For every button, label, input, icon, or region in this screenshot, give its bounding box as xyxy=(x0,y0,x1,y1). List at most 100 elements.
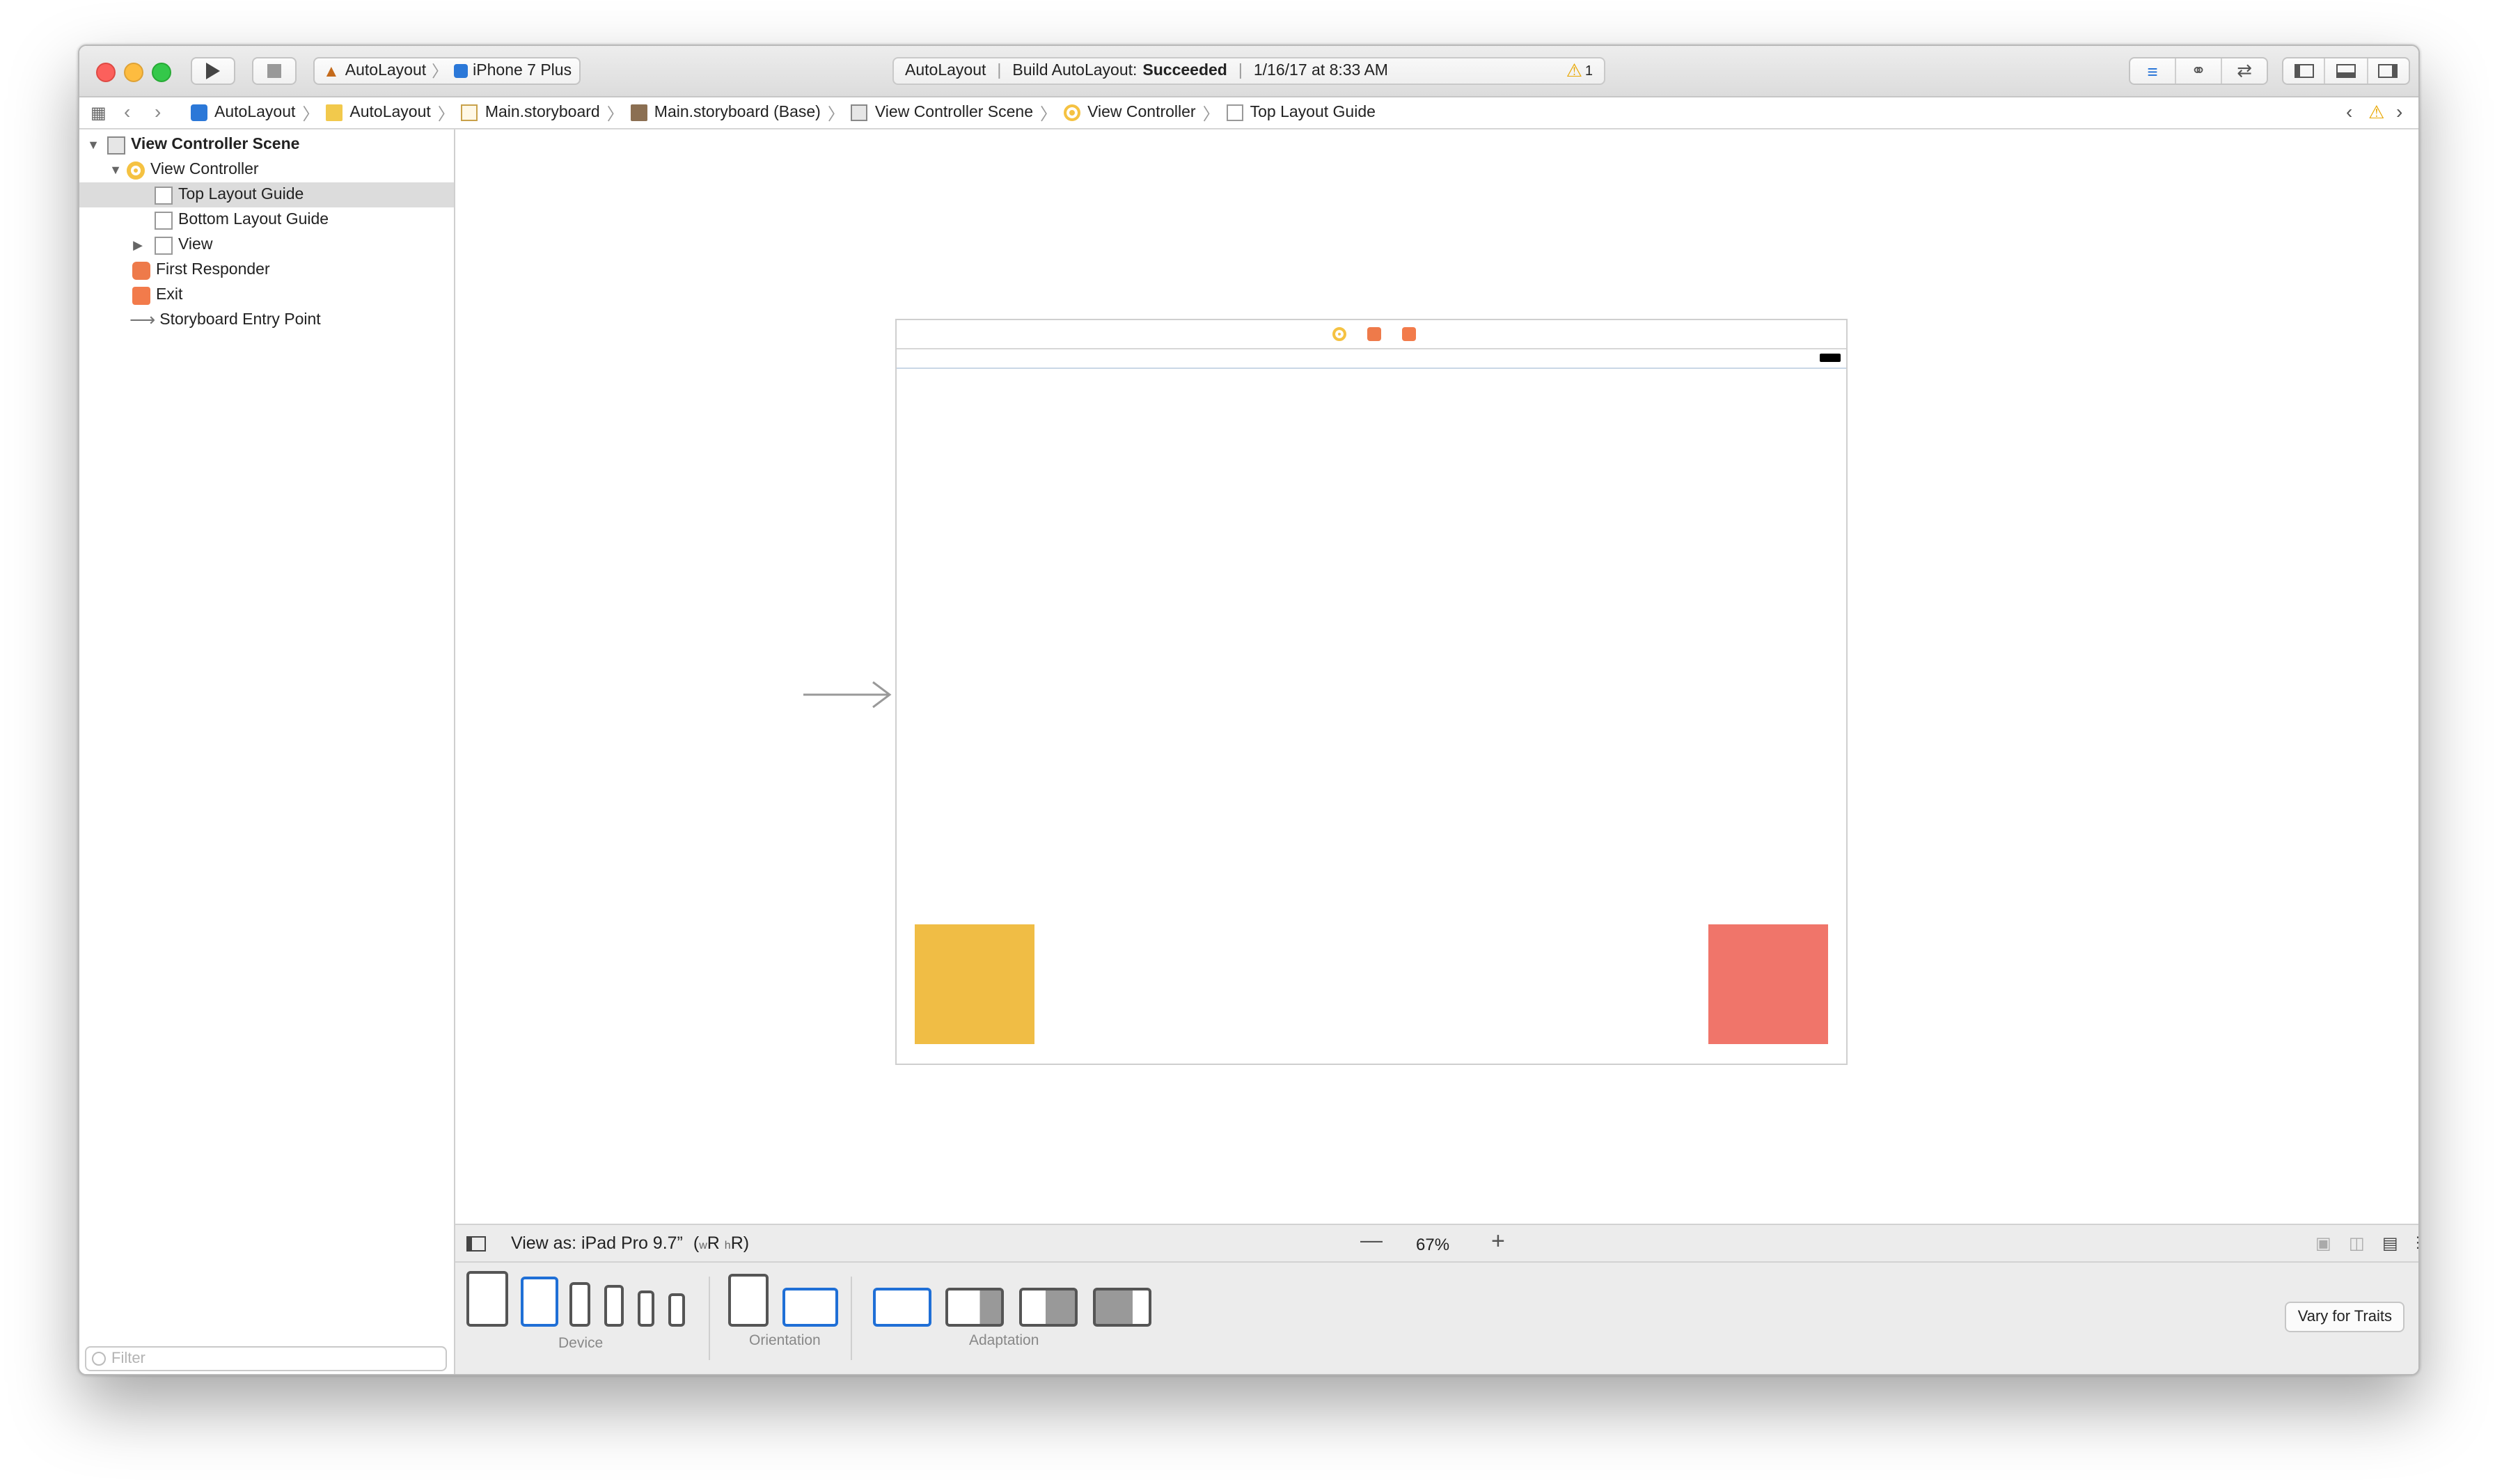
breadcrumb-storyboard-base[interactable]: Main.storyboard (Base) 〉 xyxy=(630,101,851,125)
vary-for-traits-button[interactable]: Vary for Traits xyxy=(2285,1302,2405,1332)
breadcrumb-scene[interactable]: View Controller Scene 〉 xyxy=(851,101,1064,125)
outline-item-first-responder[interactable]: First Responder xyxy=(79,258,454,283)
update-frames-icon[interactable]: ▣ xyxy=(2315,1233,2331,1253)
entry-point-arrow[interactable] xyxy=(801,678,895,711)
breadcrumb-project[interactable]: AutoLayout 〉 xyxy=(191,101,326,125)
build-time: 1/16/17 at 8:33 AM xyxy=(1253,63,1388,79)
toggle-navigator-button[interactable] xyxy=(2283,58,2326,84)
outline-item-view[interactable]: ▶ View xyxy=(79,232,454,258)
device-icon xyxy=(453,64,468,78)
view-controller-dock-icon[interactable] xyxy=(1332,327,1346,341)
editor-mode-control: ≡ ⚭ ⇄ xyxy=(2129,57,2268,85)
red-box-view[interactable] xyxy=(1708,924,1828,1044)
back-arrow-icon[interactable]: ‹ xyxy=(124,100,130,123)
embed-in-icon[interactable]: ◫ xyxy=(2349,1233,2365,1253)
layout-guide-icon xyxy=(155,211,173,229)
breadcrumb-view-controller[interactable]: View Controller 〉 xyxy=(1064,101,1227,125)
device-iphone-se[interactable] xyxy=(638,1290,654,1327)
stop-button[interactable] xyxy=(252,57,297,85)
view-as-bar: View as: iPad Pro 9.7” (wR hR) — 67% + ▣… xyxy=(455,1224,2418,1263)
view-controller-icon xyxy=(127,161,145,179)
first-responder-dock-icon[interactable] xyxy=(1367,327,1381,341)
filter-field[interactable]: Filter xyxy=(85,1346,447,1371)
first-responder-icon xyxy=(132,261,150,279)
device-ipad-pro-12-9[interactable] xyxy=(466,1271,508,1327)
close-window-button[interactable] xyxy=(96,63,116,82)
run-button[interactable] xyxy=(191,57,235,85)
standard-editor-button[interactable]: ≡ xyxy=(2130,58,2176,84)
adaptation-full[interactable] xyxy=(873,1288,931,1327)
disclosure-open-icon[interactable]: ▼ xyxy=(107,163,124,177)
zoom-level: 67% xyxy=(1416,1235,1450,1254)
orientation-group-label: Orientation xyxy=(749,1332,821,1349)
jump-bar: ▦ ‹ › AutoLayout 〉 AutoLayout 〉 Main.sto… xyxy=(79,97,2418,129)
chevron-right-icon: 〉 xyxy=(437,104,455,123)
warning-icon: ⚠ xyxy=(1566,60,1582,81)
outline-item-top-layout-guide[interactable]: Top Layout Guide xyxy=(79,182,454,207)
view-controller-icon xyxy=(1064,104,1081,121)
scheme-device[interactable]: iPhone 7 Plus xyxy=(473,63,572,79)
disclosure-closed-icon[interactable]: ▶ xyxy=(129,237,146,253)
divider: | xyxy=(997,63,1002,79)
device-ipad-pro-9-7[interactable] xyxy=(521,1277,558,1327)
warning-indicator[interactable]: ⚠ 1 xyxy=(1566,60,1593,82)
toggle-outline-button[interactable] xyxy=(466,1236,486,1252)
scene-icon xyxy=(851,104,868,121)
exit-dock-icon[interactable] xyxy=(1402,327,1416,341)
breadcrumb-top-layout-guide[interactable]: Top Layout Guide xyxy=(1226,104,1376,121)
pin-icon[interactable]: ☷ xyxy=(2416,1233,2418,1253)
version-editor-button[interactable]: ⇄ xyxy=(2222,58,2267,84)
toggle-utilities-button[interactable] xyxy=(2368,58,2409,84)
outline-item-bottom-layout-guide[interactable]: Bottom Layout Guide xyxy=(79,207,454,232)
adaptation-two-thirds[interactable] xyxy=(945,1288,1004,1327)
adaptation-group-label: Adaptation xyxy=(969,1332,1039,1349)
related-items-icon[interactable]: ▦ xyxy=(90,103,107,123)
minimize-window-button[interactable] xyxy=(124,63,143,82)
chevron-right-icon: 〉 xyxy=(606,104,624,123)
filter-icon xyxy=(92,1352,106,1366)
device-iphone-7-plus[interactable] xyxy=(569,1282,590,1327)
view-controller-scene[interactable] xyxy=(895,319,1848,1065)
breadcrumb-folder[interactable]: AutoLayout 〉 xyxy=(326,101,461,125)
outline-item-entry-point[interactable]: ⟶ Storyboard Entry Point xyxy=(79,308,454,333)
filter-placeholder: Filter xyxy=(111,1350,145,1367)
chevron-right-icon: 〉 xyxy=(1202,104,1220,123)
breadcrumb-storyboard[interactable]: Main.storyboard 〉 xyxy=(461,101,631,125)
align-icon[interactable]: ▤ xyxy=(2382,1233,2398,1253)
forward-arrow-icon[interactable]: › xyxy=(155,100,161,123)
orientation-portrait[interactable] xyxy=(728,1274,769,1327)
storyboard-canvas[interactable] xyxy=(455,129,2418,1224)
next-issue-icon[interactable]: › xyxy=(2396,100,2402,123)
toggle-debug-area-button[interactable] xyxy=(2326,58,2368,84)
warning-count: 1 xyxy=(1584,63,1593,79)
arrow-right-icon: ⟶ xyxy=(129,309,156,330)
build-status: Succeeded xyxy=(1142,63,1227,79)
breadcrumb: AutoLayout 〉 AutoLayout 〉 Main.storyboar… xyxy=(191,97,1376,128)
scheme-project: AutoLayout xyxy=(345,63,427,79)
device-iphone-4s[interactable] xyxy=(668,1293,685,1327)
previous-issue-icon[interactable]: ‹ xyxy=(2346,100,2352,123)
view-as-label[interactable]: View as: iPad Pro 9.7” (wR hR) xyxy=(511,1233,749,1253)
adaptation-half[interactable] xyxy=(1019,1288,1078,1327)
storyboard-base-icon xyxy=(630,104,647,121)
toolbar: ▲ AutoLayout 〉 iPhone 7 Plus AutoLayout … xyxy=(79,46,2418,97)
outline-item-scene[interactable]: ▼ View Controller Scene xyxy=(79,132,454,157)
xcode-app-icon: ▲ xyxy=(323,61,340,81)
document-outline: ▼ View Controller Scene ▼ View Controlle… xyxy=(79,129,455,1374)
orientation-landscape[interactable] xyxy=(782,1288,838,1327)
left-panel-icon xyxy=(2294,64,2314,78)
disclosure-open-icon[interactable]: ▼ xyxy=(85,138,102,152)
zoom-in-button[interactable]: + xyxy=(1491,1228,1505,1256)
zoom-window-button[interactable] xyxy=(152,63,171,82)
outline-item-exit[interactable]: Exit xyxy=(79,283,454,308)
status-bar xyxy=(897,348,1846,369)
yellow-box-view[interactable] xyxy=(915,924,1034,1044)
assistant-editor-button[interactable]: ⚭ xyxy=(2176,58,2222,84)
adaptation-one-third[interactable] xyxy=(1093,1288,1151,1327)
right-panel-icon xyxy=(2378,64,2398,78)
device-iphone-7[interactable] xyxy=(604,1285,624,1327)
scheme-selector[interactable]: ▲ AutoLayout 〉 iPhone 7 Plus xyxy=(313,57,581,85)
warning-icon[interactable]: ⚠ xyxy=(2368,102,2384,124)
outline-item-view-controller[interactable]: ▼ View Controller xyxy=(79,157,454,182)
zoom-out-button[interactable]: — xyxy=(1360,1229,1383,1254)
